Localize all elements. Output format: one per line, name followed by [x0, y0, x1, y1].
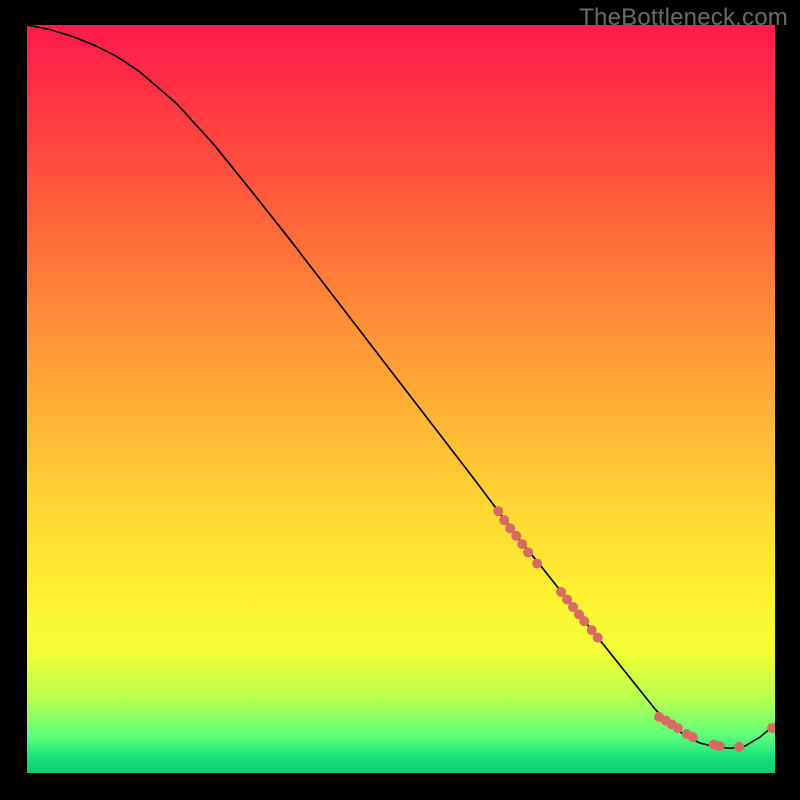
curve-marker	[511, 531, 521, 541]
curve-marker	[579, 616, 589, 626]
curve-marker	[715, 741, 725, 751]
curve-marker	[493, 506, 503, 516]
plot-area	[27, 25, 775, 773]
plot-svg	[27, 25, 775, 773]
chart-frame: TheBottleneck.com	[0, 0, 800, 800]
curve-marker	[593, 633, 603, 643]
curve-marker	[767, 723, 775, 733]
curve-marker	[688, 732, 698, 742]
curve-marker	[673, 723, 683, 733]
curve-marker	[532, 559, 542, 569]
curve-marker	[523, 547, 533, 557]
curve-markers	[493, 506, 775, 752]
curve-marker	[734, 742, 744, 752]
curve-marker	[517, 539, 527, 549]
watermark-text: TheBottleneck.com	[579, 4, 788, 32]
bottleneck-curve	[27, 25, 775, 748]
curve-marker	[499, 515, 509, 525]
